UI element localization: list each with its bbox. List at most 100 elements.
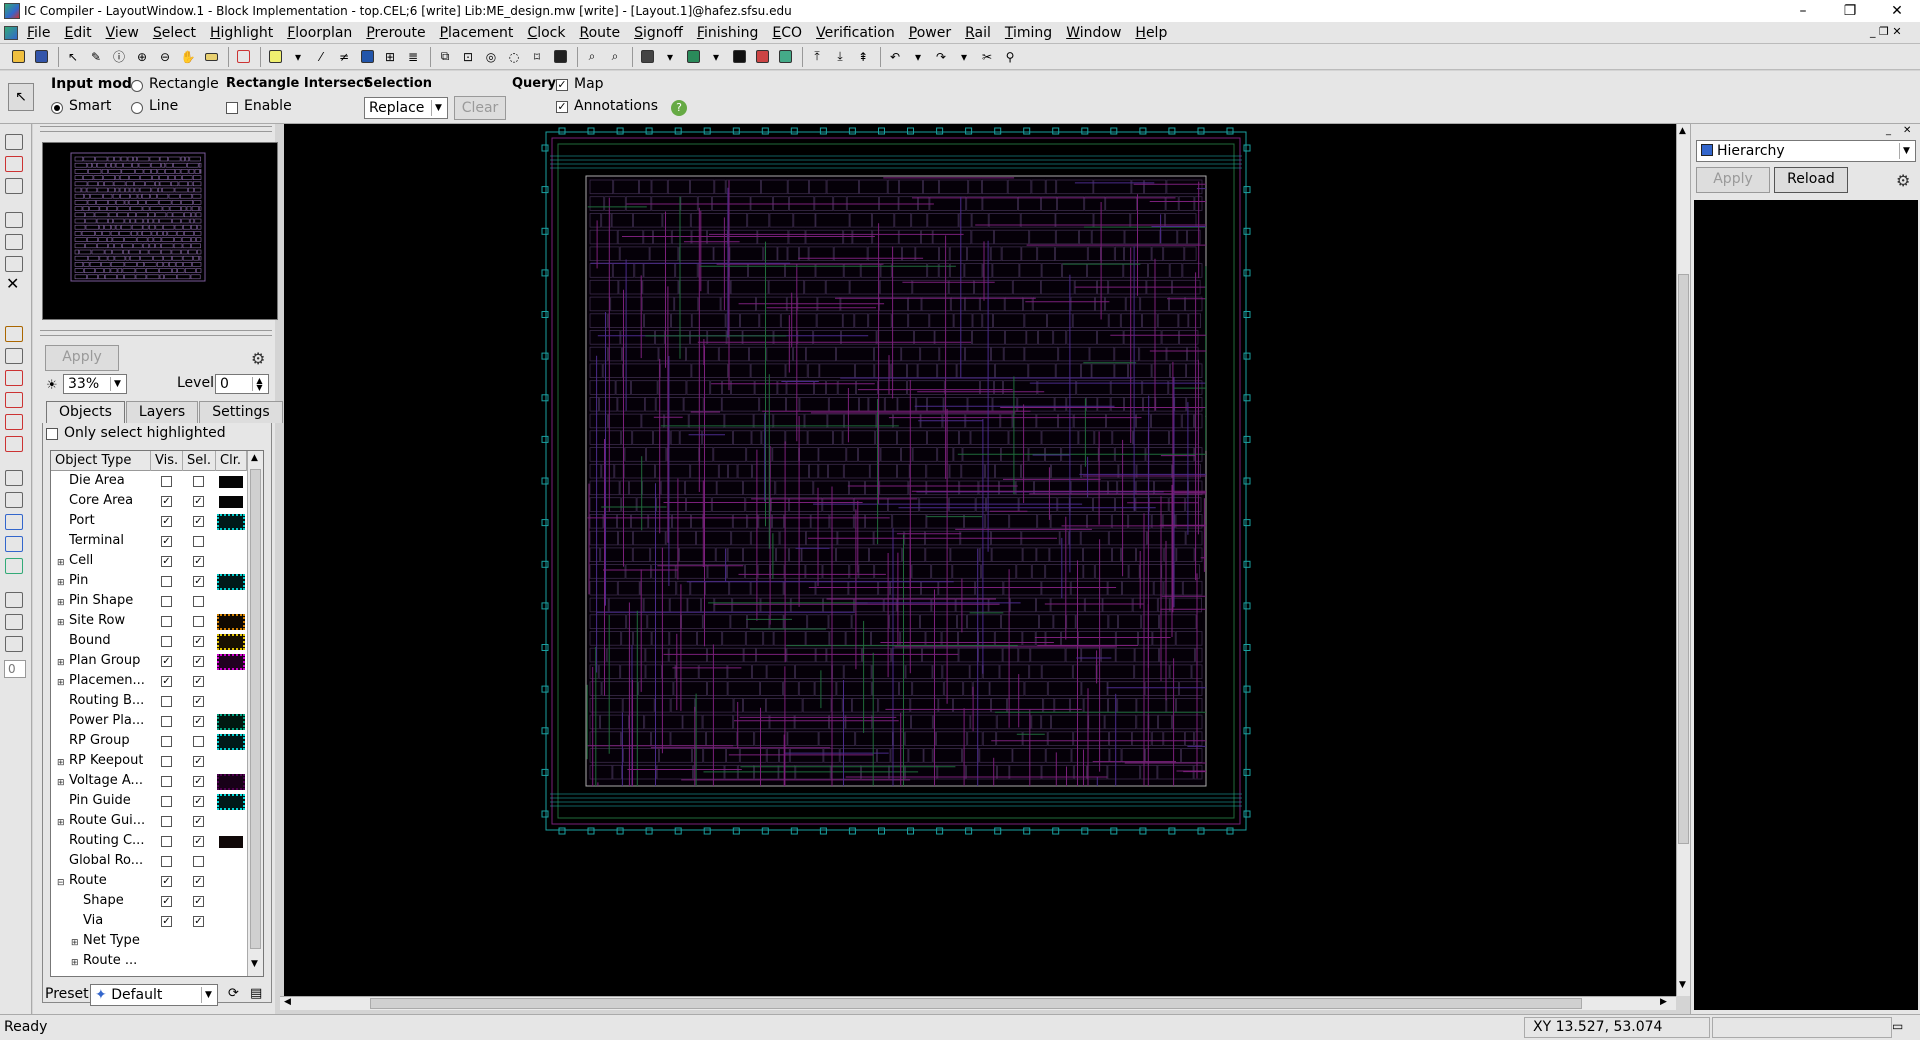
table-row[interactable]: Die Area — [51, 472, 247, 492]
col-object-type[interactable]: Object Type — [51, 451, 151, 471]
redo-icon[interactable]: ↷ — [931, 47, 951, 67]
scroll-right-icon[interactable]: ▶ — [1660, 997, 1667, 1007]
highlight-color-icon[interactable] — [265, 47, 285, 67]
path-icon[interactable] — [5, 492, 23, 508]
table-row[interactable]: ⊞ Placemen... ✓ ✓ — [51, 672, 247, 692]
hierarchy-apply-button[interactable]: Apply — [1696, 167, 1770, 193]
scroll-up-icon[interactable]: ▲ — [1679, 126, 1686, 136]
save-icon[interactable] — [31, 47, 51, 67]
selectable-checkbox[interactable]: ✓ — [193, 756, 204, 767]
layer-icon[interactable] — [5, 636, 23, 652]
save-preset-icon[interactable]: ⟳ — [228, 986, 239, 1001]
selectable-checkbox[interactable]: ✓ — [193, 556, 204, 567]
table-row[interactable]: ⊟ Route ✓ ✓ — [51, 872, 247, 892]
map-view-icon[interactable] — [683, 47, 703, 67]
visible-checkbox[interactable] — [161, 716, 172, 727]
zoom-next-icon[interactable]: ◌ — [504, 47, 524, 67]
table-row[interactable]: ⊞ Cell ✓ ✓ — [51, 552, 247, 572]
selectable-checkbox[interactable]: ✓ — [193, 516, 204, 527]
selectable-checkbox[interactable]: ✓ — [193, 836, 204, 847]
color-swatch[interactable] — [217, 494, 245, 510]
hierarchy-tree[interactable] — [1694, 200, 1918, 1010]
visible-checkbox[interactable] — [161, 756, 172, 767]
visible-checkbox[interactable] — [161, 596, 172, 607]
selectable-checkbox[interactable]: ✓ — [193, 576, 204, 587]
tab-settings[interactable]: Settings — [199, 401, 283, 423]
visible-checkbox[interactable]: ✓ — [161, 496, 172, 507]
selectable-checkbox[interactable]: ✓ — [193, 876, 204, 887]
clear-highlight-icon[interactable]: ≠ — [334, 47, 354, 67]
move-down-icon[interactable]: ⤓ — [830, 47, 850, 67]
selection-mode-combo[interactable]: Replace ▼ — [364, 97, 448, 119]
table-row[interactable]: Terminal ✓ — [51, 532, 247, 552]
visible-checkbox[interactable]: ✓ — [161, 916, 172, 927]
table-row[interactable]: ⊞ Voltage A... ✓ — [51, 772, 247, 792]
visible-checkbox[interactable] — [161, 616, 172, 627]
canvas-vscroll-thumb[interactable] — [1678, 274, 1689, 844]
pencil-icon[interactable]: ✎ — [86, 47, 106, 67]
enable-checkbox[interactable] — [226, 102, 238, 114]
resize-grip-icon[interactable]: ▭ — [1892, 1019, 1903, 1033]
table-row[interactable]: Global Ro... — [51, 852, 247, 872]
cut-icon[interactable]: ✂ — [977, 47, 997, 67]
selectable-checkbox[interactable]: ✓ — [193, 716, 204, 727]
settings-panel-handle[interactable] — [40, 330, 272, 336]
close-icon[interactable]: ✕ — [1882, 0, 1912, 22]
menu-help[interactable]: Help — [1128, 22, 1174, 44]
color-swatch[interactable] — [217, 634, 245, 650]
clear-ruler-icon[interactable] — [233, 47, 253, 67]
pan-hand-icon[interactable]: ✋ — [178, 47, 198, 67]
color-swatch[interactable] — [217, 834, 245, 850]
wire-icon[interactable] — [5, 536, 23, 552]
expand-icon[interactable]: ⊞ — [57, 658, 65, 668]
scroll-down-icon[interactable]: ▼ — [251, 959, 258, 969]
list-icon[interactable]: ≣ — [403, 47, 423, 67]
panel-float-icon[interactable]: _ — [1886, 125, 1891, 136]
selectable-checkbox[interactable]: ✓ — [193, 776, 204, 787]
table-row[interactable]: ⊞ Plan Group ✓ ✓ — [51, 652, 247, 672]
color-swatch[interactable] — [217, 474, 245, 490]
selectable-checkbox[interactable]: ✓ — [193, 796, 204, 807]
table-scrollbar[interactable]: ▲ ▼ — [247, 451, 263, 976]
preset-combo[interactable]: ✦ Default ▼ — [90, 984, 218, 1006]
dropdown-icon[interactable]: ▾ — [660, 47, 680, 67]
table-row[interactable]: Routing C... ✓ — [51, 832, 247, 852]
help-icon[interactable]: ? — [671, 100, 687, 116]
browser-view-combo[interactable]: Hierarchy ▼ — [1696, 140, 1916, 162]
expand-icon[interactable]: ⊞ — [71, 938, 79, 948]
scroll-left-icon[interactable]: ◀ — [284, 997, 291, 1007]
menu-edit[interactable]: Edit — [57, 22, 98, 44]
spread-icon[interactable] — [5, 370, 23, 386]
color-swatch[interactable] — [217, 614, 245, 630]
selectable-checkbox[interactable] — [193, 736, 204, 747]
expand-icon[interactable]: ⊞ — [57, 818, 65, 828]
visible-checkbox[interactable] — [161, 636, 172, 647]
menu-finishing[interactable]: Finishing — [690, 22, 766, 44]
expand-icon[interactable]: ⊞ — [57, 598, 65, 608]
selectable-checkbox[interactable]: ✓ — [193, 676, 204, 687]
table-row[interactable]: ⊞ Pin ✓ — [51, 572, 247, 592]
info-icon[interactable]: ⓘ — [109, 47, 129, 67]
dropdown-icon[interactable]: ▾ — [908, 47, 928, 67]
shape-icon[interactable] — [5, 592, 23, 608]
move-top-icon[interactable]: ⇞ — [853, 47, 873, 67]
refresh-icon[interactable] — [550, 47, 570, 67]
mirror-icon[interactable] — [5, 436, 23, 452]
color-swatch[interactable] — [217, 654, 245, 670]
menu-power[interactable]: Power — [902, 22, 958, 44]
gear-icon[interactable]: ⚙ — [251, 349, 265, 368]
dropdown-icon[interactable]: ▾ — [288, 47, 308, 67]
zoom-window-icon[interactable]: ⊡ — [458, 47, 478, 67]
selectable-checkbox[interactable] — [193, 856, 204, 867]
pointer-icon[interactable]: ↖ — [63, 47, 83, 67]
mdi-restore-icon[interactable]: _ ❐ ✕ — [1870, 25, 1902, 38]
dropdown-icon[interactable]: ▾ — [706, 47, 726, 67]
visible-checkbox[interactable] — [161, 836, 172, 847]
table-row[interactable]: ⊞ Pin Shape — [51, 592, 247, 612]
brightness-combo[interactable]: 33% ▼ — [63, 374, 127, 394]
selection-tool-icon[interactable]: ↖ — [8, 83, 34, 111]
canvas-horizontal-scrollbar[interactable]: ◀ ▶ — [280, 996, 1676, 1010]
menu-preroute[interactable]: Preroute — [359, 22, 432, 44]
visible-checkbox[interactable]: ✓ — [161, 896, 172, 907]
menu-highlight[interactable]: Highlight — [203, 22, 280, 44]
